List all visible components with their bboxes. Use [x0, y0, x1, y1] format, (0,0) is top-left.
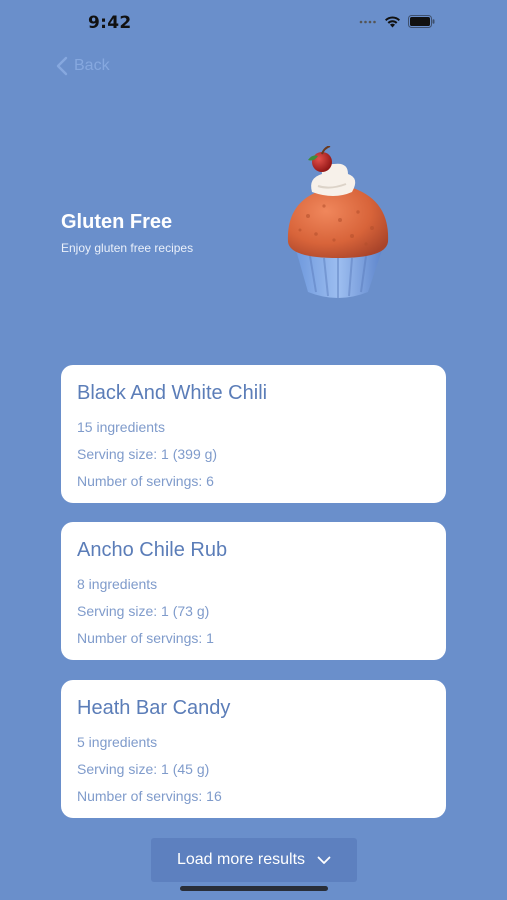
back-button[interactable]: Back	[56, 56, 110, 76]
load-more-label: Load more results	[176, 851, 306, 868]
back-label: Back	[74, 57, 110, 74]
page-title: Gluten Free	[61, 211, 173, 233]
recipe-servings: Number of servings: 1	[77, 630, 214, 646]
chevron-left-icon	[56, 56, 68, 76]
home-indicator[interactable]	[180, 886, 328, 891]
recipe-card[interactable]: Ancho Chile Rub 8 ingredients Serving si…	[61, 522, 446, 660]
recipe-ingredients: 5 ingredients	[77, 734, 158, 750]
chevron-down-icon	[317, 856, 331, 864]
recipe-ingredients: 8 ingredients	[77, 576, 158, 592]
recipe-card[interactable]: Black And White Chili 15 ingredients Ser…	[61, 365, 446, 503]
recipe-title: Black And White Chili	[77, 382, 268, 404]
recipe-serving-size: Serving size: 1 (73 g)	[77, 603, 210, 619]
page-subtitle: Enjoy gluten free recipes	[61, 241, 194, 255]
wifi-icon	[385, 15, 400, 27]
cellular-signal-icon	[359, 20, 376, 23]
recipe-serving-size: Serving size: 1 (399 g)	[77, 446, 218, 462]
status-icons	[359, 15, 435, 28]
load-more-button[interactable]: Load more results	[151, 838, 357, 882]
recipe-servings: Number of servings: 6	[77, 473, 214, 489]
screen: 9:42 Back Gluten Free Enjoy gluten free …	[0, 0, 507, 900]
recipe-title: Ancho Chile Rub	[77, 539, 228, 561]
status-time: 9:42	[88, 13, 132, 33]
recipe-ingredients: 15 ingredients	[77, 419, 165, 435]
battery-icon	[408, 15, 435, 28]
recipe-serving-size: Serving size: 1 (45 g)	[77, 761, 210, 777]
recipe-card[interactable]: Heath Bar Candy 5 ingredients Serving si…	[61, 680, 446, 818]
recipe-title: Heath Bar Candy	[77, 697, 231, 719]
cupcake-image	[287, 146, 389, 298]
recipe-servings: Number of servings: 16	[77, 788, 222, 804]
